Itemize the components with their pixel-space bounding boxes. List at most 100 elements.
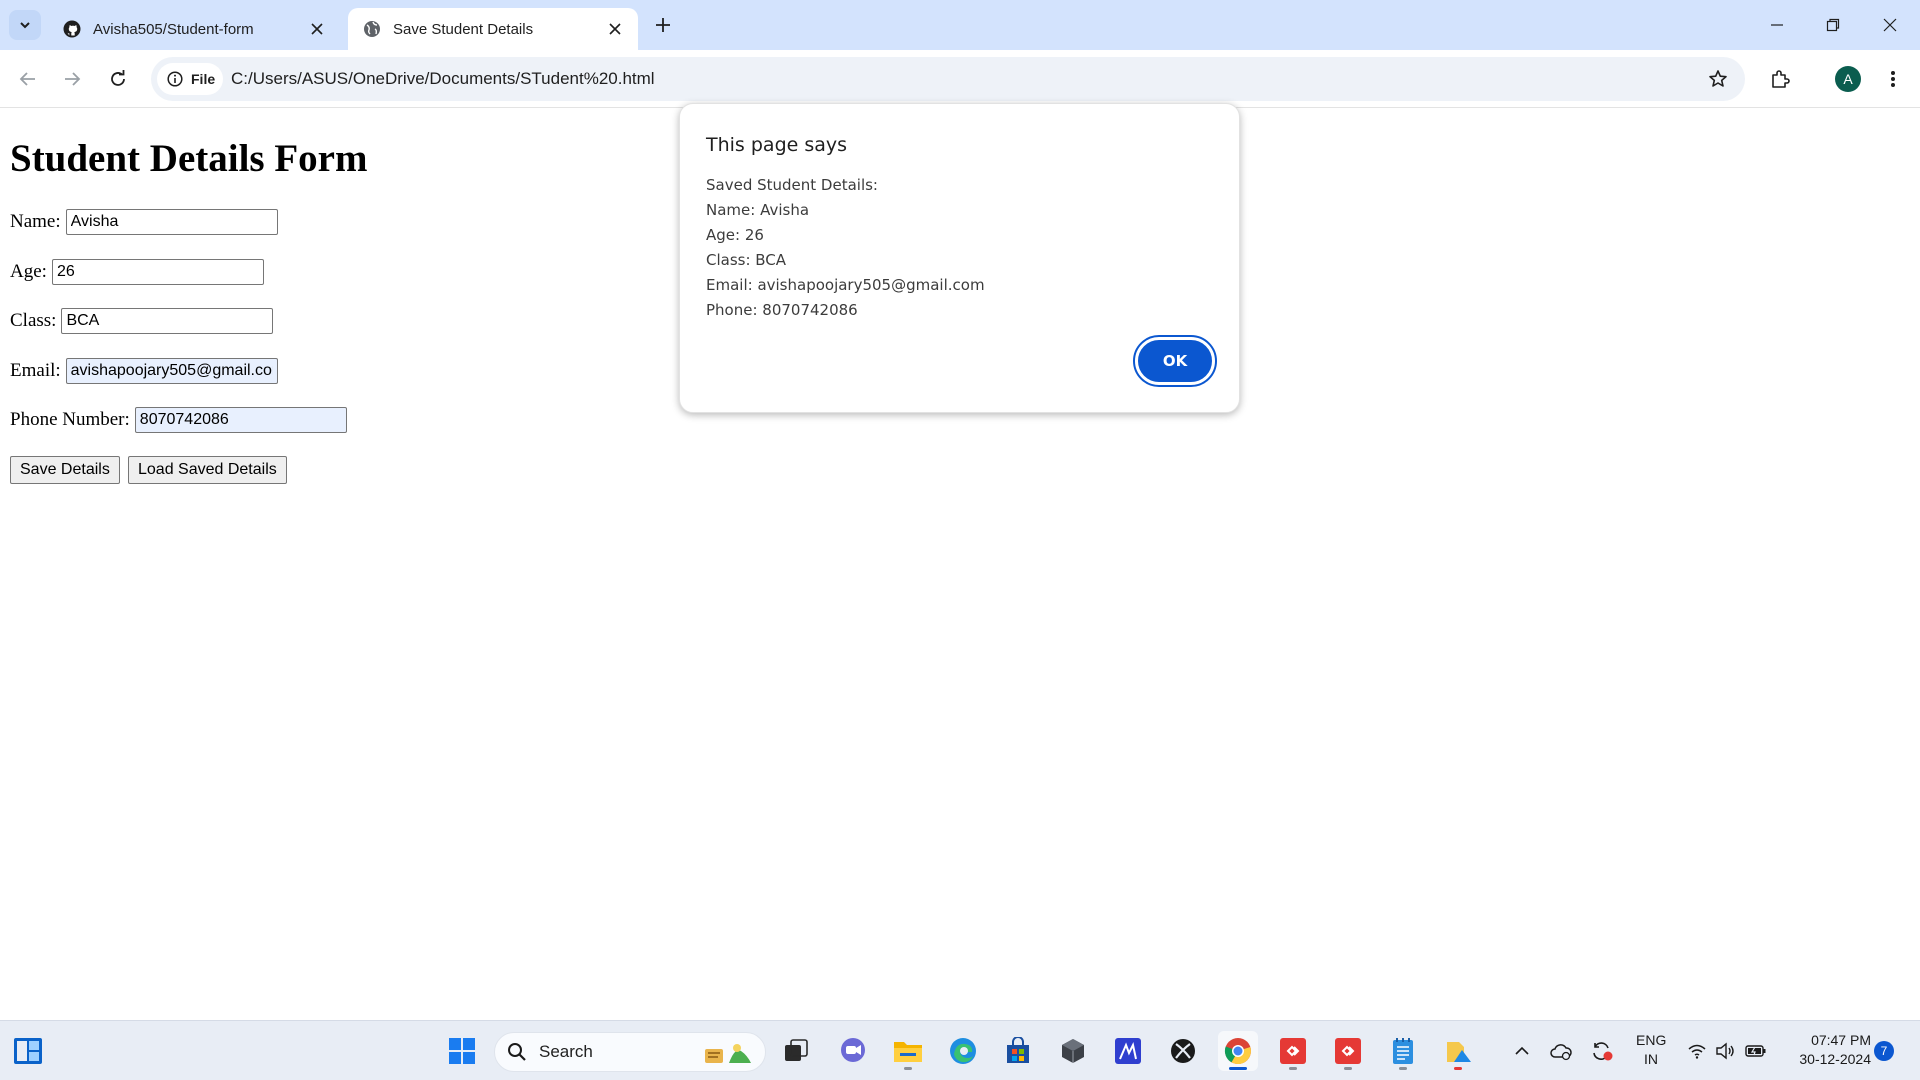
new-tab-button[interactable] (650, 12, 676, 38)
battery-charging-icon (1745, 1045, 1766, 1057)
scheme-label: File (191, 71, 216, 87)
xbox-icon (1171, 1039, 1195, 1063)
alert-dialog: This page says Saved Student Details: Na… (679, 103, 1240, 413)
extensions-button[interactable] (1765, 64, 1795, 94)
sync-alert-icon (1593, 1042, 1613, 1061)
back-button[interactable] (13, 64, 43, 94)
close-window-button[interactable] (1875, 10, 1905, 40)
xbox-app-button[interactable] (1163, 1031, 1203, 1071)
phone-input[interactable] (134, 407, 347, 433)
reload-button[interactable] (103, 64, 133, 94)
app-cube-button[interactable] (1053, 1031, 1093, 1071)
class-input[interactable] (61, 308, 274, 334)
tab-github[interactable]: Avisha505/Student-form (48, 8, 340, 50)
volume-status[interactable] (1712, 1031, 1738, 1071)
email-row: Email: (10, 358, 278, 384)
notepad-app-button[interactable] (1383, 1031, 1423, 1071)
load-saved-details-button[interactable]: Load Saved Details (128, 456, 287, 484)
class-label: Class: (10, 310, 57, 331)
star-icon (1709, 70, 1727, 87)
browser-toolbar: File C:/Users/ASUS/OneDrive/Documents/ST… (0, 50, 1920, 108)
git-app-button-1[interactable] (1273, 1031, 1313, 1071)
folder-icon (894, 1042, 922, 1062)
plus-icon (656, 18, 670, 32)
task-view-icon (785, 1039, 808, 1061)
search-label: Search (539, 1042, 593, 1061)
url-text[interactable]: C:/Users/ASUS/OneDrive/Documents/STudent… (231, 57, 655, 101)
photos-app-button[interactable] (1438, 1031, 1478, 1071)
system-clock[interactable]: 07:47 PM 30-12-2024 (1785, 1031, 1871, 1069)
save-details-button[interactable]: Save Details (10, 456, 120, 484)
chrome-app-button[interactable] (1218, 1031, 1258, 1071)
store-app-button[interactable] (998, 1031, 1038, 1071)
widgets-button[interactable] (8, 1031, 48, 1071)
tab-title: Avisha505/Student-form (93, 20, 254, 38)
task-view-button[interactable] (776, 1031, 816, 1071)
running-indicator (1399, 1067, 1407, 1070)
puzzle-icon (1772, 70, 1790, 88)
dialog-line: Name: Avisha (706, 201, 810, 219)
tab-title: Save Student Details (393, 20, 534, 38)
globe-icon (362, 19, 382, 39)
more-vertical-icon (1891, 71, 1895, 87)
windows-icon (449, 1038, 475, 1064)
editor-icon (1115, 1038, 1141, 1064)
phone-row: Phone Number: (10, 407, 347, 433)
close-icon[interactable] (306, 18, 328, 40)
age-input[interactable] (51, 259, 264, 285)
bookmark-button[interactable] (1703, 64, 1733, 94)
profile-avatar[interactable]: A (1835, 66, 1861, 92)
minimize-button[interactable] (1762, 10, 1792, 40)
chevron-up-icon (1515, 1046, 1529, 1055)
widgets-icon (14, 1038, 42, 1064)
wifi-status[interactable] (1684, 1031, 1710, 1071)
taskbar-search[interactable]: Search (494, 1032, 766, 1072)
close-icon[interactable] (604, 18, 626, 40)
dialog-line: Saved Student Details: (706, 176, 878, 194)
input-language-indicator[interactable]: ENG IN (1636, 1031, 1666, 1069)
restore-icon (1826, 18, 1840, 32)
running-indicator (1289, 1067, 1297, 1070)
page-title: Student Details Form (10, 137, 368, 180)
start-button[interactable] (442, 1031, 482, 1071)
info-icon (167, 71, 183, 87)
dialog-line: Age: 26 (706, 226, 764, 244)
site-info-chip[interactable]: File (157, 63, 223, 95)
onedrive-tray-button[interactable] (1546, 1031, 1576, 1071)
edge-app-button[interactable] (943, 1031, 983, 1071)
github-icon (62, 19, 82, 39)
wifi-icon (1688, 1044, 1706, 1059)
running-indicator (904, 1067, 912, 1070)
speaker-icon (1716, 1042, 1734, 1060)
tab-save-student-details[interactable]: Save Student Details (348, 8, 638, 50)
email-label: Email: (10, 360, 61, 381)
age-label: Age: (10, 261, 47, 282)
show-hidden-icons-button[interactable] (1508, 1031, 1536, 1071)
address-bar[interactable]: File C:/Users/ASUS/OneDrive/Documents/ST… (151, 57, 1745, 101)
git-icon (1335, 1038, 1361, 1064)
browser-menu-button[interactable] (1878, 64, 1908, 94)
name-input[interactable] (65, 209, 278, 235)
restore-button[interactable] (1818, 10, 1848, 40)
tab-search-button[interactable] (9, 10, 41, 40)
forward-button[interactable] (57, 64, 87, 94)
teams-app-button[interactable] (833, 1031, 873, 1071)
app-editor-button[interactable] (1108, 1031, 1148, 1071)
chrome-icon (1224, 1038, 1251, 1065)
battery-status[interactable] (1742, 1031, 1770, 1071)
file-explorer-button[interactable] (888, 1031, 928, 1071)
ok-button[interactable]: OK (1133, 335, 1217, 387)
update-tray-button[interactable] (1587, 1031, 1617, 1071)
git-app-button-2[interactable] (1328, 1031, 1368, 1071)
store-icon (1007, 1037, 1029, 1063)
phone-label: Phone Number: (10, 409, 130, 430)
search-highlight-icon (705, 1044, 751, 1063)
name-label: Name: (10, 211, 61, 232)
running-indicator (1344, 1067, 1352, 1070)
tab-strip: Avisha505/Student-form Save Student Deta… (0, 0, 1920, 50)
email-input[interactable] (65, 358, 278, 384)
dialog-line: Phone: 8070742086 (706, 301, 858, 319)
notification-badge[interactable]: 7 (1874, 1041, 1894, 1061)
chevron-down-icon (20, 22, 30, 29)
notepad-icon (1393, 1038, 1413, 1064)
